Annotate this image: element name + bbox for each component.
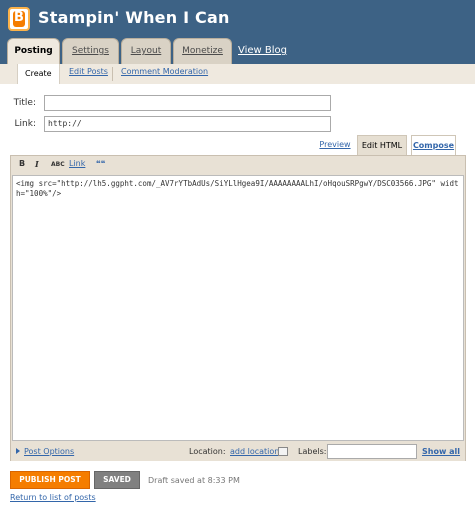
- map-icon[interactable]: [278, 447, 288, 456]
- subnav-edit-posts[interactable]: Edit Posts: [69, 67, 108, 76]
- html-editor-textarea[interactable]: <img src="http://lh5.ggpht.com/_AV7rYTbA…: [12, 175, 464, 441]
- sub-navigation: Create Edit Posts Comment Moderation: [0, 64, 475, 84]
- editor-footer: Post Options Location: add location Labe…: [11, 443, 465, 461]
- location-label: Location:: [189, 447, 226, 456]
- labels-input[interactable]: [327, 444, 417, 459]
- tab-posting[interactable]: Posting: [7, 38, 60, 65]
- spellcheck-button[interactable]: ABC: [51, 161, 65, 168]
- publish-post-button[interactable]: PUBLISH POST: [10, 471, 90, 489]
- show-all-labels-link[interactable]: Show all: [422, 447, 460, 456]
- preview-link[interactable]: Preview: [317, 135, 353, 155]
- blogger-logo-icon: [8, 7, 30, 31]
- labels-label: Labels:: [298, 447, 327, 456]
- expand-triangle-icon[interactable]: [16, 448, 20, 454]
- subnav-create[interactable]: Create: [17, 64, 60, 84]
- subnav-divider: [112, 67, 113, 81]
- link-label: Link:: [14, 119, 36, 129]
- title-input[interactable]: [44, 95, 331, 111]
- return-to-posts-link[interactable]: Return to list of posts: [10, 493, 96, 502]
- blockquote-button[interactable]: ❝❝: [96, 159, 105, 168]
- link-input[interactable]: http://: [44, 116, 331, 132]
- editor-toolbar: B I ABC Link ❝❝: [11, 156, 465, 174]
- subnav-comment-moderation[interactable]: Comment Moderation: [121, 67, 208, 76]
- view-blog-link[interactable]: View Blog: [238, 45, 287, 56]
- blog-header: Stampin' When I Can Posting Settings Lay…: [0, 0, 475, 65]
- italic-button[interactable]: I: [35, 159, 39, 169]
- saved-button[interactable]: SAVED: [94, 471, 140, 489]
- bold-button[interactable]: B: [19, 159, 25, 168]
- add-location-link[interactable]: add location: [230, 447, 279, 456]
- tab-compose[interactable]: Compose: [411, 135, 456, 155]
- blog-title: Stampin' When I Can: [38, 8, 230, 27]
- tab-layout[interactable]: Layout: [121, 38, 171, 64]
- post-options-link[interactable]: Post Options: [24, 447, 74, 456]
- draft-status: Draft saved at 8:33 PM: [148, 476, 240, 485]
- tab-settings[interactable]: Settings: [62, 38, 119, 64]
- post-editor: B I ABC Link ❝❝ <img src="http://lh5.ggp…: [10, 155, 466, 461]
- title-label: Title:: [13, 98, 36, 108]
- tab-monetize[interactable]: Monetize: [173, 38, 232, 64]
- link-button[interactable]: Link: [69, 159, 85, 168]
- tab-edit-html[interactable]: Edit HTML: [357, 135, 407, 155]
